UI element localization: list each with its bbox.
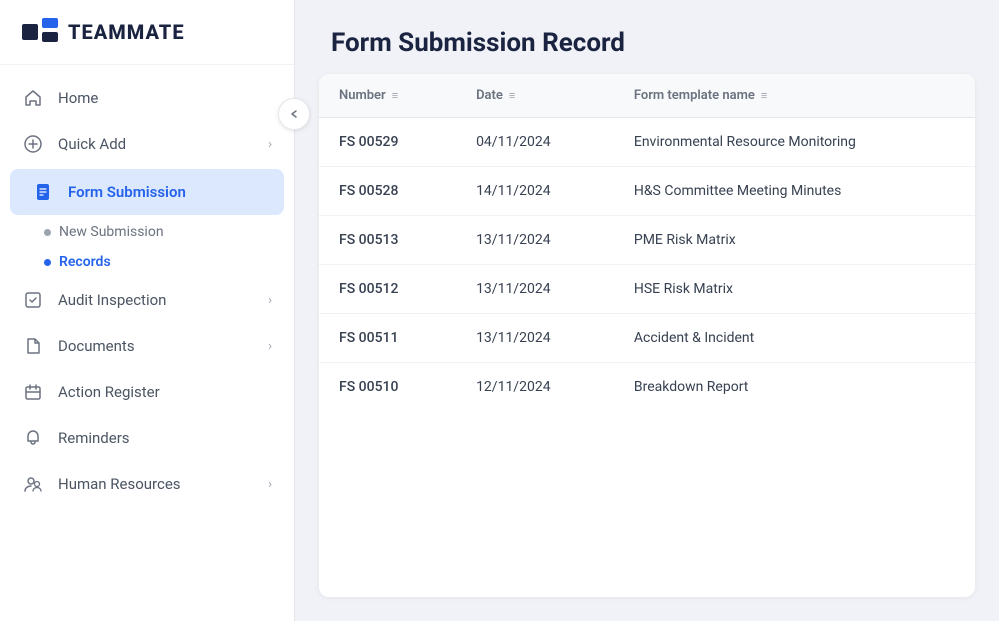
sidebar-item-documents[interactable]: Documents › [0,323,294,369]
sidebar-item-audit-inspection[interactable]: Audit Inspection › [0,277,294,323]
col-number-label: Number [339,88,386,103]
cell-date: 13/11/2024 [456,265,614,314]
cell-date: 13/11/2024 [456,216,614,265]
sidebar-sub-item-records[interactable]: Records [44,247,294,277]
documents-icon [22,335,44,357]
logo-area: TEAMMATE [0,0,294,65]
cell-number: FS 00511 [319,314,456,363]
sidebar-item-action-register-label: Action Register [58,383,272,401]
chevron-right-icon: › [268,339,272,354]
table-row[interactable]: FS 0051012/11/2024Breakdown Report [319,363,975,412]
table-header-row: Number ≡ Date ≡ Form template name [319,74,975,118]
cell-date: 14/11/2024 [456,167,614,216]
cell-number: FS 00510 [319,363,456,412]
chevron-left-icon [289,109,299,119]
table-row[interactable]: FS 0051313/11/2024PME Risk Matrix [319,216,975,265]
cell-form-template-name: PME Risk Matrix [614,216,975,265]
sidebar-item-hr-label: Human Resources [58,475,254,493]
sidebar-item-reminders-label: Reminders [58,429,272,447]
table-row[interactable]: FS 0051113/11/2024Accident & Incident [319,314,975,363]
collapse-sidebar-button[interactable] [278,98,310,130]
chevron-right-icon: › [268,477,272,492]
cell-date: 04/11/2024 [456,118,614,167]
col-date[interactable]: Date ≡ [456,74,614,118]
reminders-icon [22,427,44,449]
cell-form-template-name: HSE Risk Matrix [614,265,975,314]
cell-form-template-name: Accident & Incident [614,314,975,363]
form-submission-sub-nav: New Submission Records [0,217,294,277]
sidebar-item-home[interactable]: Home [0,75,294,121]
sidebar-item-quick-add-label: Quick Add [58,135,254,153]
records-table: Number ≡ Date ≡ Form template name [319,74,975,411]
main-content: Form Submission Record Number ≡ Date ≡ [295,0,999,621]
table-body: FS 0052904/11/2024Environmental Resource… [319,118,975,412]
filter-number-icon[interactable]: ≡ [392,89,398,102]
cell-number: FS 00528 [319,167,456,216]
table-row[interactable]: FS 0051213/11/2024HSE Risk Matrix [319,265,975,314]
col-form-template-name[interactable]: Form template name ≡ [614,74,975,118]
cell-form-template-name: H&S Committee Meeting Minutes [614,167,975,216]
cell-number: FS 00513 [319,216,456,265]
cell-date: 13/11/2024 [456,314,614,363]
sidebar-item-form-submission-label: Form Submission [68,183,262,201]
cell-number: FS 00529 [319,118,456,167]
cell-number: FS 00512 [319,265,456,314]
new-submission-label: New Submission [59,224,164,240]
cell-form-template-name: Environmental Resource Monitoring [614,118,975,167]
logo-icon [22,18,58,46]
table-row[interactable]: FS 0052814/11/2024H&S Committee Meeting … [319,167,975,216]
sidebar-sub-item-new-submission[interactable]: New Submission [44,217,294,247]
sidebar-item-human-resources[interactable]: Human Resources › [0,461,294,507]
records-table-container: Number ≡ Date ≡ Form template name [319,74,975,597]
sidebar-item-audit-label: Audit Inspection [58,291,254,309]
audit-icon [22,289,44,311]
filter-date-icon[interactable]: ≡ [509,89,515,102]
chevron-right-icon: › [268,293,272,308]
filter-template-icon[interactable]: ≡ [761,89,767,102]
col-date-label: Date [476,88,503,103]
main-header: Form Submission Record [295,0,999,74]
page-title: Form Submission Record [331,28,963,58]
table-row[interactable]: FS 0052904/11/2024Environmental Resource… [319,118,975,167]
app-name: TEAMMATE [68,20,185,44]
home-icon [22,87,44,109]
dot-icon [44,229,51,236]
hr-icon [22,473,44,495]
sidebar-item-quick-add[interactable]: Quick Add › [0,121,294,167]
sidebar-item-home-label: Home [58,89,272,107]
cell-date: 12/11/2024 [456,363,614,412]
sidebar-navigation: Home Quick Add › Form Submission [0,65,294,621]
table-header: Number ≡ Date ≡ Form template name [319,74,975,118]
sidebar-item-reminders[interactable]: Reminders [0,415,294,461]
sidebar: TEAMMATE Home Quick Add › [0,0,295,621]
col-number[interactable]: Number ≡ [319,74,456,118]
quick-add-icon [22,133,44,155]
cell-form-template-name: Breakdown Report [614,363,975,412]
sidebar-item-action-register[interactable]: Action Register [0,369,294,415]
dot-active-icon [44,259,51,266]
sidebar-item-documents-label: Documents [58,337,254,355]
chevron-right-icon: › [268,137,272,152]
records-label: Records [59,254,111,270]
sidebar-item-form-submission[interactable]: Form Submission [10,169,284,215]
action-register-icon [22,381,44,403]
form-icon [32,181,54,203]
col-form-template-label: Form template name [634,88,755,103]
